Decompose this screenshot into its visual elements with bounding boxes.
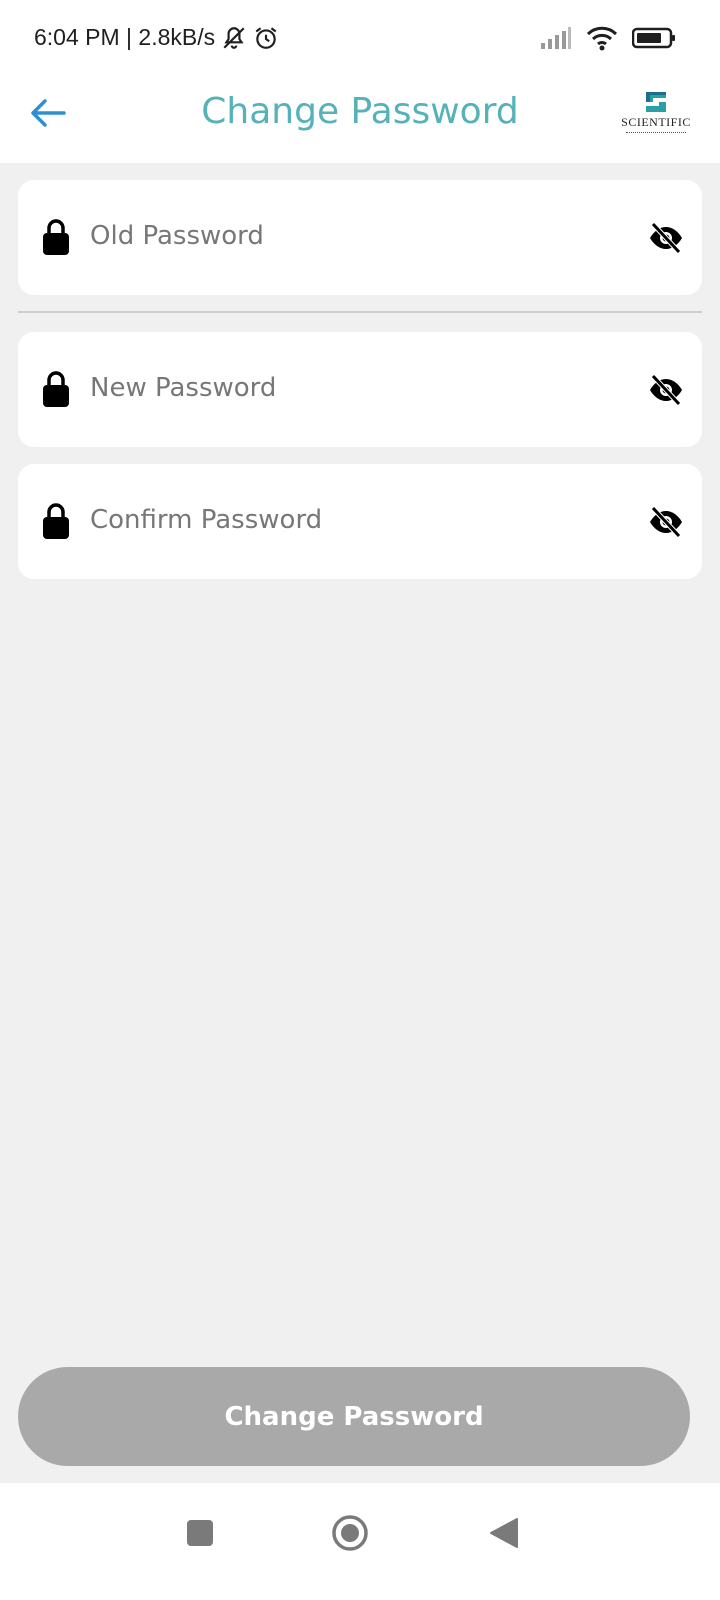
lock-icon: [43, 503, 69, 539]
back-triangle-icon[interactable]: [475, 1503, 535, 1563]
new-password-input[interactable]: [90, 368, 610, 408]
logo-subline: [626, 132, 686, 134]
recents-square-icon[interactable]: [170, 1503, 230, 1563]
status-right: [540, 25, 676, 51]
old-password-input[interactable]: [90, 216, 610, 256]
lock-icon: [43, 219, 69, 255]
alarm-icon: [253, 25, 279, 51]
lock-icon: [43, 371, 69, 407]
signal-icon: [540, 26, 572, 49]
system-nav-bar: [0, 1483, 720, 1600]
eye-off-icon[interactable]: [648, 372, 684, 408]
logo-mark-icon: [646, 92, 666, 112]
confirm-password-card[interactable]: [18, 464, 702, 579]
battery-icon: [632, 27, 676, 49]
app-header: Change Password SCIENTIFIC: [0, 75, 720, 163]
home-circle-icon[interactable]: [320, 1503, 380, 1563]
divider: [18, 311, 702, 313]
eye-off-icon[interactable]: [648, 504, 684, 540]
status-left: 6:04 PM | 2.8kB/s: [34, 24, 279, 51]
bell-off-icon: [221, 25, 247, 51]
eye-off-icon[interactable]: [648, 220, 684, 256]
confirm-password-input[interactable]: [90, 500, 610, 540]
old-password-card[interactable]: [18, 180, 702, 295]
scientific-logo: SCIENTIFIC: [618, 89, 694, 137]
status-bar: 6:04 PM | 2.8kB/s: [0, 0, 720, 75]
logo-text: SCIENTIFIC: [621, 115, 691, 129]
wifi-icon: [586, 25, 618, 51]
new-password-card[interactable]: [18, 332, 702, 447]
status-time-speed: 6:04 PM | 2.8kB/s: [34, 24, 216, 50]
change-password-button[interactable]: Change Password: [18, 1367, 690, 1466]
page-title: Change Password: [201, 91, 519, 132]
